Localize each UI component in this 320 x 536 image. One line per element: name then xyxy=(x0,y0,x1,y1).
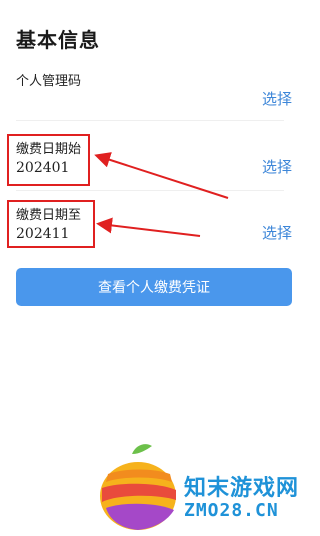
watermark-url: ZMO28.CN xyxy=(184,500,279,521)
annotation-arrow-start xyxy=(94,152,229,199)
watermark-title: 知末游戏网 xyxy=(184,476,300,501)
view-payment-voucher-button[interactable]: 查看个人缴费凭证 xyxy=(16,268,292,306)
annotation-arrow-end xyxy=(96,217,201,237)
watermark-logo xyxy=(100,444,176,530)
